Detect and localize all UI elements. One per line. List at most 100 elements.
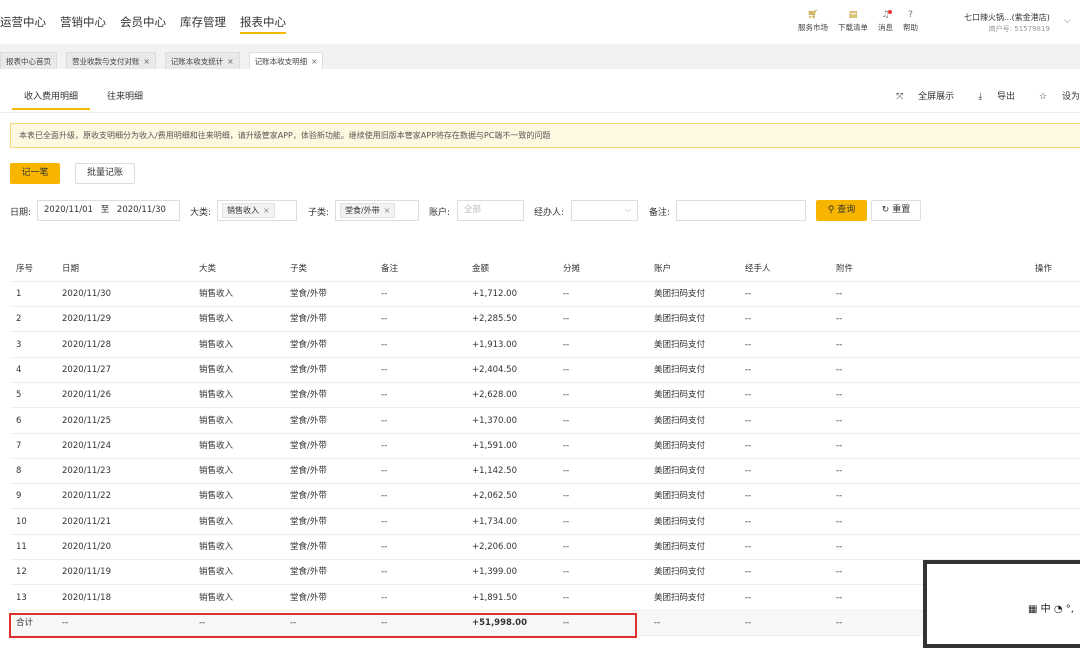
cell-remark: -- [381,491,388,502]
menu-membership[interactable]: 会员中心 [120,0,166,44]
cell-date: 2020/11/24 [62,440,111,451]
merchant-id: 商户号: 51579819 [988,25,1050,33]
cell-handler: -- [745,542,752,552]
cell-date: 2020/11/20 [62,542,111,552]
reset-label: 重置 [892,205,911,215]
download-list-button[interactable]: ▤ 下载清单 [838,9,868,33]
cell-amount: +1,399.00 [472,567,517,578]
cell-remark: -- [381,567,388,578]
cell-amount: +1,142.50 [472,466,517,477]
cell-handler: -- [745,617,752,628]
cell-amount: +1,913.00 [472,339,517,350]
tab-report-home[interactable]: 报表中心首页 [0,52,57,69]
menu-inventory[interactable]: 库存管理 [180,0,226,44]
cell-attachment: -- [836,617,843,628]
menu-operations[interactable]: 运营中心 [0,0,46,44]
cell-date: 2020/11/30 [62,289,111,299]
fullscreen-label: 全屏展示 [918,92,955,102]
cell-amount: 金额 [472,264,490,274]
cell-index: 7 [16,440,22,451]
batch-record-button[interactable]: 批量记账 [75,163,135,184]
search-icon: ⚲ [827,205,838,215]
date-to: 2020/11/30 [116,205,166,215]
query-button[interactable]: ⚲ 查询 [816,200,867,221]
cell-allocation: -- [563,466,570,477]
fullscreen-button[interactable]: ⤧ 全屏展示 [884,89,954,102]
cell-allocation: -- [563,567,570,578]
close-icon[interactable]: × [263,206,270,215]
close-icon[interactable]: × [384,206,391,215]
cell-amount: +1,712.00 [472,289,517,299]
set-as-label: 设为 [1061,92,1080,102]
cell-remark: -- [381,542,388,552]
category-select[interactable]: 销售收入 × [217,200,297,221]
toolbar-tools: 🛒︎ 服务市场 ▤ 下载清单 ♫ 消息 ? 帮助 [798,9,928,33]
cell-index: 9 [16,491,22,502]
tab-payment-reconciliation[interactable]: 营业收款与支付对账 × [66,52,156,69]
date-range-picker[interactable]: 2020/11/01 至 2020/11/30 [37,200,180,221]
store-switcher[interactable]: 七口辣火锅...(紫金港店) 商户号: 51579819 [964,12,1050,34]
account-select[interactable]: 全部 [457,200,524,221]
star-icon: ☆ [1039,92,1050,102]
tab-income-expense-details[interactable]: 收入费用明细 [11,89,91,110]
cell-category: 销售收入 [199,364,234,375]
date-from: 2020/11/01 [44,205,93,215]
tab-ledger-statistics[interactable]: 记账本收支统计 × [164,52,240,69]
cell-amount: +1,891.50 [472,592,517,603]
upgrade-notice: 本表已全面升级，原收支明细分为收入/费用明细和往来明细，请升级管家APP，体验新… [10,123,1080,148]
ime-overlay: ▦ 中 ◔ °, [923,560,1080,648]
close-icon[interactable]: × [227,57,233,66]
account-placeholder: 全部 [464,205,482,215]
cell-index: 3 [16,339,22,350]
cell-allocation: -- [563,491,570,502]
notification-dot [888,10,892,14]
cell-remark: -- [381,390,388,401]
cell-amount: +1,734.00 [472,516,517,527]
cell-subcategory: 堂食/外带 [290,440,327,451]
close-icon[interactable]: × [311,57,317,66]
cell-remark: -- [381,592,388,603]
cell-amount: +2,628.00 [472,390,517,401]
cell-index: 5 [16,390,22,401]
chevron-down-icon[interactable]: ⌵ [1064,16,1071,26]
subcategory-chip: 堂食/外带 × [340,203,396,218]
menu-marketing[interactable]: 营销中心 [60,0,106,44]
service-market-button[interactable]: 🛒︎ 服务市场 [798,9,828,33]
cell-amount: +2,062.50 [472,491,517,502]
record-entry-button[interactable]: 记一笔 [10,163,60,184]
table-row: 13 2020/11/18 销售收入 堂食/外带 -- +1,891.50 -- 美团扫码支付… [10,586,1080,611]
cell-handler: -- [745,390,752,401]
close-icon[interactable]: × [144,57,150,66]
handler-select[interactable]: ⌵ [571,200,638,221]
cell-account: 美团扫码支付 [654,289,706,299]
cell-remark: -- [381,339,388,350]
tab-label: 营业收款与支付对账 [72,57,140,66]
ime-toolbar[interactable]: ▦ 中 ◔ °, [1028,600,1074,615]
cell-account: 美团扫码支付 [654,516,706,527]
cell-allocation: -- [563,364,570,375]
export-button[interactable]: ⤓ 导出 [966,89,1015,102]
cell-amount: +2,285.50 [472,314,517,325]
reset-button[interactable]: ↻ 重置 [871,200,921,221]
tab-ledger-details[interactable]: 记账本收支明细 × [248,52,324,69]
messages-button[interactable]: ♫ 消息 [878,9,893,33]
cell-handler: -- [745,364,752,375]
subcategory-select[interactable]: 堂食/外带 × [335,200,419,221]
ime-status: 中 ◔ °, [1040,604,1074,615]
set-as-button[interactable]: ☆ 设为 [1027,89,1080,102]
cell-remark: -- [381,516,388,527]
cell-attachment: -- [836,567,843,578]
help-icon: ? [908,10,913,20]
cell-category: 销售收入 [199,592,234,603]
cell-date: 2020/11/26 [62,390,111,401]
help-button[interactable]: ? 帮助 [903,9,918,33]
cell-date: 日期 [62,264,80,274]
keyboard-icon: ▦ [1028,604,1041,615]
remark-input[interactable] [676,200,806,221]
cell-remark: -- [381,314,388,325]
tab-transaction-details[interactable]: 往来明细 [107,89,143,102]
table-row: 8 2020/11/23 销售收入 堂食/外带 -- +1,142.50 -- 美团扫码支付 -… [10,459,1080,485]
main-menu: 运营中心 营销中心 会员中心 库存管理 报表中心 [0,0,300,44]
menu-reports[interactable]: 报表中心 [240,0,286,44]
cell-subcategory: 堂食/外带 [290,491,327,502]
